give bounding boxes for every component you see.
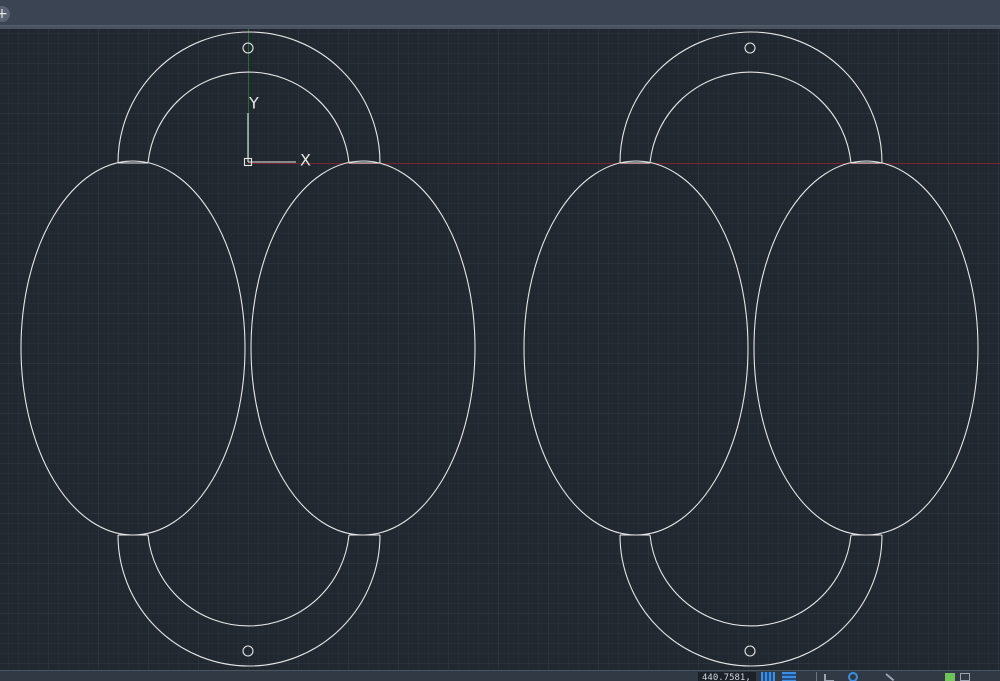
file-tab-bar: + <box>0 0 1000 26</box>
ucs-x-label: X <box>300 151 311 170</box>
polar-tracking-icon[interactable] <box>848 672 858 681</box>
workspace-icon[interactable] <box>960 673 970 681</box>
snap-icon[interactable] <box>782 672 796 681</box>
object-snap-icon[interactable] <box>884 672 896 681</box>
drawing-canvas[interactable]: X Y <box>0 29 1000 670</box>
drawing-grid <box>0 29 1000 670</box>
ucs-y-label: Y <box>248 94 259 113</box>
lineweight-icon[interactable] <box>945 673 955 681</box>
cursor-coordinates[interactable]: 440.7581, 1 <box>698 672 756 681</box>
new-tab-plus-icon[interactable]: + <box>0 6 10 22</box>
ortho-icon[interactable] <box>824 674 834 681</box>
grid-icon[interactable] <box>761 672 775 681</box>
status-divider <box>816 672 817 681</box>
status-bar: 440.7581, 1 <box>0 670 1000 681</box>
